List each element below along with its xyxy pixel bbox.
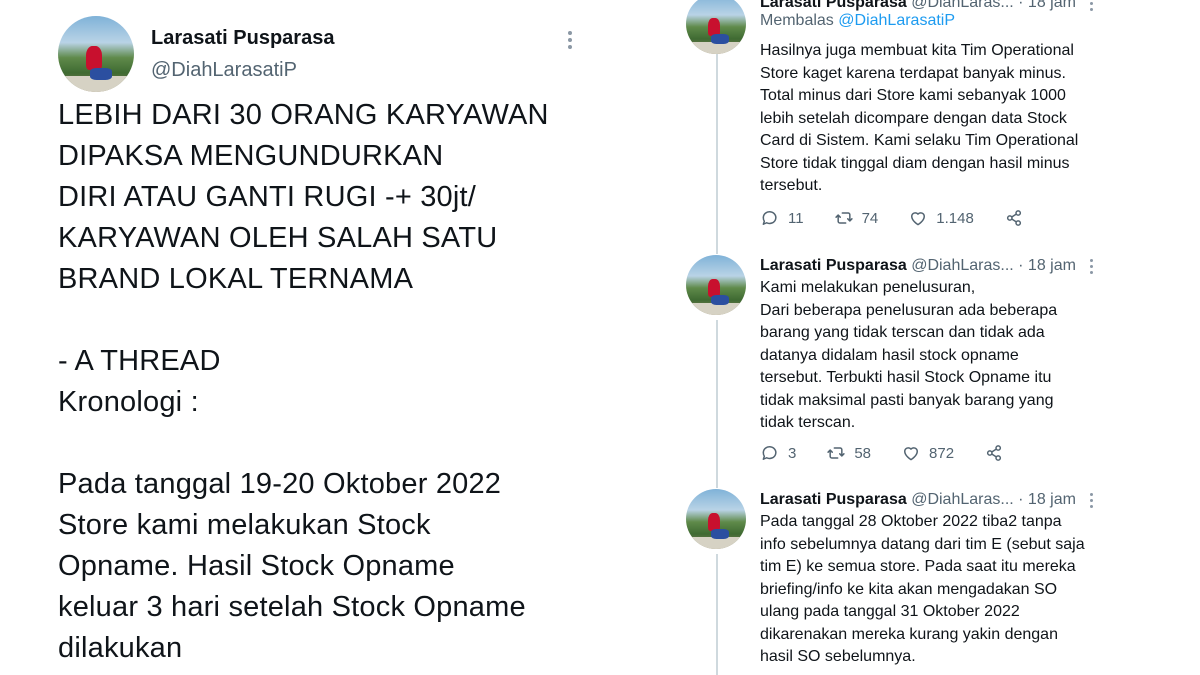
tweet-text: Pada tanggal 28 Oktober 2022 tiba2 tanpa… <box>760 513 1085 665</box>
more-dot <box>568 31 572 35</box>
handle-time[interactable]: @DiahLaras... · 18 jam <box>911 0 1076 11</box>
avatar[interactable] <box>686 0 746 54</box>
reply-tweet: Larasati Pusparasa @DiahLaras... · 18 ja… <box>686 489 1200 675</box>
share-button[interactable] <box>984 443 1004 463</box>
retweet-icon <box>827 447 846 459</box>
heart-icon <box>904 447 919 461</box>
reply-icon <box>762 446 777 460</box>
author-handle[interactable]: @DiahLarasatiP <box>151 59 297 82</box>
retweet-button[interactable]: 74 <box>834 208 879 228</box>
author-name[interactable]: Larasati Pusparasa <box>760 491 907 508</box>
reply-button[interactable]: 11 <box>760 208 804 228</box>
like-button[interactable]: 872 <box>901 443 954 463</box>
retweet-icon <box>834 212 853 224</box>
avatar[interactable] <box>686 489 746 549</box>
more-icon[interactable] <box>1090 0 1093 11</box>
retweet-count: 58 <box>854 444 872 462</box>
replying-prefix: Membalas <box>760 12 834 29</box>
tweet-text: Hasilnya juga membuat kita Tim Operation… <box>760 42 1079 194</box>
retweet-count: 74 <box>861 209 879 227</box>
avatar-figure-legs <box>711 34 729 44</box>
more-dot <box>1090 499 1093 502</box>
author-name[interactable]: Larasati Pusparasa <box>760 257 907 274</box>
avatar[interactable] <box>58 16 134 92</box>
retweet-button[interactable]: 58 <box>826 443 871 463</box>
main-tweet: Larasati Pusparasa @DiahLarasatiP LEBIH … <box>0 0 600 675</box>
reply-tweet: Larasati Pusparasa @DiahLaras... · 18 ja… <box>686 0 1200 234</box>
more-dot <box>1090 493 1093 496</box>
more-dot <box>1090 8 1093 11</box>
action-bar: 11 74 1.148 <box>760 208 1054 228</box>
author-name[interactable]: Larasati Pusparasa <box>151 27 334 50</box>
more-dot <box>1090 259 1093 262</box>
more-icon[interactable] <box>568 31 572 49</box>
avatar-figure-legs <box>711 529 729 539</box>
replying-mention[interactable]: @DiahLarasatiP <box>838 12 955 29</box>
reply-count: 3 <box>788 444 797 462</box>
tweet-text: LEBIH DARI 30 ORANG KARYAWAN DIPAKSA MEN… <box>58 99 549 664</box>
more-dot <box>1090 271 1093 274</box>
handle-time[interactable]: @DiahLaras... · 18 jam <box>911 257 1076 274</box>
like-count: 872 <box>929 444 955 462</box>
author-name[interactable]: Larasati Pusparasa <box>760 0 907 11</box>
more-dot <box>1090 265 1093 268</box>
action-bar: 3 58 872 <box>760 443 1034 463</box>
replying-to: Membalas @DiahLarasatiP <box>760 12 955 30</box>
reply-count: 11 <box>788 209 804 227</box>
reply-header: Larasati Pusparasa @DiahLaras... · 18 ja… <box>760 257 1076 275</box>
more-dot <box>568 38 572 42</box>
reply-tweet: Larasati Pusparasa @DiahLaras... · 18 ja… <box>686 255 1200 475</box>
avatar-figure-legs <box>90 68 112 80</box>
heart-icon <box>911 212 926 226</box>
like-button[interactable]: 1.148 <box>908 208 974 228</box>
more-dot <box>568 45 572 49</box>
reply-icon <box>762 211 777 225</box>
more-dot <box>1090 505 1093 508</box>
more-dot <box>1090 2 1093 5</box>
avatar[interactable] <box>686 255 746 315</box>
reply-button[interactable]: 3 <box>760 443 796 463</box>
tweet-text: Kami melakukan penelusuran, Dari beberap… <box>760 279 1058 431</box>
share-button[interactable] <box>1004 208 1024 228</box>
share-icon <box>986 445 1002 461</box>
more-icon[interactable] <box>1090 259 1093 274</box>
handle-time[interactable]: @DiahLaras... · 18 jam <box>911 491 1076 508</box>
more-icon[interactable] <box>1090 493 1093 508</box>
share-icon <box>1006 210 1021 226</box>
avatar-figure <box>86 46 102 70</box>
reply-header: Larasati Pusparasa @DiahLaras... · 18 ja… <box>760 0 1076 12</box>
like-count: 1.148 <box>936 209 974 227</box>
avatar-figure-legs <box>711 295 729 305</box>
reply-header: Larasati Pusparasa @DiahLaras... · 18 ja… <box>760 491 1076 509</box>
